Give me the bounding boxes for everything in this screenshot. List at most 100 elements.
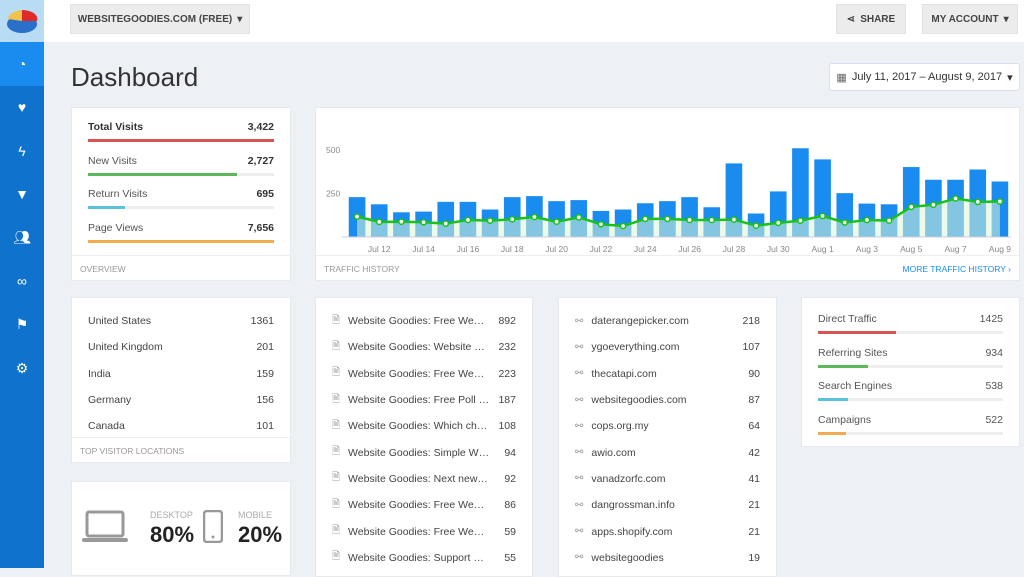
x-tick-label: Jul 30 [767,244,790,254]
list-item[interactable]: United Kingdom 201 [72,334,290,360]
list-item[interactable]: ⚯ vanadzorfc.com 41 [559,466,776,492]
stat-row: Return Visits 695 [72,179,290,213]
sidebar-item-links[interactable]: ∞ [0,260,44,304]
list-item[interactable]: ⚯ daterangepicker.com 218 [559,308,776,334]
list-item-value: 156 [256,394,274,407]
list-item-label: thecatapi.com [591,367,657,380]
x-tick-label: Aug 3 [856,244,878,254]
line-point [353,213,361,220]
stat-label: Direct Traffic [818,313,877,325]
stat-progress-bar [818,364,1003,368]
x-tick-label: Jul 12 [368,244,391,254]
line-point [375,218,383,226]
line-point [819,212,826,220]
list-item[interactable]: ⚯ websitegoodies.com 87 [559,387,776,413]
locations-footer: TOP VISITOR LOCATIONS [72,437,290,462]
list-item[interactable]: 🗎︎ Website Goodies: Free We… 892 [316,308,532,334]
list-item-label: Website Goodies: Which ch… [348,420,488,433]
line-point [686,216,693,224]
list-item-value: 87 [748,394,760,407]
list-item-label: apps.shopify.com [591,525,673,538]
more-traffic-history-link[interactable]: MORE TRAFFIC HISTORY › [903,264,1011,274]
sidebar-item-funnel[interactable]: ▼ [0,173,44,217]
list-item[interactable]: ⚯ thecatapi.com 90 [559,361,776,387]
caret-down-icon: ▾ [1003,13,1009,25]
list-item[interactable]: 🗎︎ Website Goodies: Which ch… 108 [316,413,532,439]
stat-progress-bar [88,206,274,209]
list-item[interactable]: United States 1361 [72,308,290,334]
list-item-label: cops.org.my [591,420,649,433]
stat-progress-bar [818,331,1003,334]
line-point [952,195,959,202]
list-item[interactable]: ⚯ awio.com 42 [559,439,776,465]
document-icon: 🗎︎ [332,340,341,352]
list-item-label: ygoeverything.com [591,341,680,354]
list-item-label: Website Goodies: Free We… [348,525,485,538]
list-item[interactable]: 🗎︎ Website Goodies: Next new… 92 [316,466,532,492]
traffic-chart: 250 500 Jul 12 Jul 14 Jul 16 Jul 18 Jul 20 Jul … [326,145,1011,254]
document-icon: 🗎︎ [332,393,341,405]
list-item[interactable]: 🗎︎ Website Goodies: Simple W… 94 [316,439,532,465]
link-icon: ⚯ [575,447,584,459]
line-point [863,216,871,224]
list-item[interactable]: 🗎︎ Website Goodies: Free We… 59 [316,518,532,544]
share-button[interactable]: ⋖ SHARE [836,4,906,34]
list-item[interactable]: 🗎︎ Website Goodies: Website … 232 [316,334,532,360]
sidebar-item-flag[interactable]: ⚑ [0,303,44,347]
line-point [575,213,583,221]
site-selector-button[interactable]: WEBSITEGOODIES.COM (FREE) ▾ [70,4,250,34]
heartbeat-icon: ♥ [17,99,27,116]
list-item-value: 86 [504,499,516,512]
list-item-value: 1361 [250,315,274,328]
sidebar-item-dashboard[interactable]: ◔ [0,42,44,86]
list-item[interactable]: 🗎︎ Website Goodies: Free We… 86 [316,492,532,518]
list-item-value: 101 [256,420,274,433]
list-item[interactable]: ⚯ apps.shopify.com 21 [559,518,776,544]
list-item[interactable]: 🗎︎ Website Goodies: Free Poll … 187 [316,387,532,413]
line-point [464,216,472,224]
page-title: Dashboard [71,62,199,92]
list-item[interactable]: ⚯ websitegoodies 19 [559,545,776,571]
list-item[interactable]: 🗎︎ Website Goodies: Free We… 223 [316,361,532,387]
x-tick-label: Aug 7 [944,244,966,254]
list-item[interactable]: 🗎︎ Website Goodies: Support … 55 [316,545,532,571]
line-point [442,220,450,227]
line-point [996,198,1004,205]
stat-label: Page Views [88,221,144,234]
list-item-label: daterangepicker.com [591,315,689,328]
stat-label: Total Visits [88,121,144,133]
list-item-label: Website Goodies: Free We… [348,315,485,328]
x-tick-label: Jul 28 [723,244,746,254]
traffic-footer: TRAFFIC HISTORY MORE TRAFFIC HISTORY › [316,255,1019,280]
list-item[interactable]: ⚯ dangrossman.info 21 [559,492,776,518]
list-item[interactable]: ⚯ cops.org.my 64 [559,413,776,439]
my-account-button[interactable]: MY ACCOUNT ▾ [922,4,1018,34]
list-item[interactable]: Canada 101 [72,413,290,439]
account-label: MY ACCOUNT [931,13,999,25]
list-item[interactable]: ⚯ ygoeverything.com 107 [559,334,776,360]
sidebar-item-visitors[interactable]: 👥︎ [0,216,44,260]
document-icon: 🗎︎ [332,525,341,537]
app-logo[interactable] [0,0,44,42]
stat-label: Campaigns [818,413,872,426]
caret-down-icon: ▾ [1007,71,1013,84]
sidebar: ◔ ♥ ϟ ▼ 👥︎ ∞ ⚑ ⚙ [0,0,44,568]
list-item[interactable]: India 159 [72,361,290,387]
share-label: SHARE [860,13,896,25]
link-icon: ∞ [17,273,27,290]
y-tick-label: 500 [326,145,340,155]
sidebar-item-activity[interactable]: ϟ [0,129,44,173]
stat-row: Referring Sites 934 [802,338,1019,372]
stat-value: 7,656 [247,221,274,234]
date-range-picker[interactable]: ▦ July 11, 2017 – August 9, 2017 ▾ [829,63,1020,91]
sidebar-item-health[interactable]: ♥ [0,86,44,130]
desktop-value: 80% [150,522,195,547]
sidebar-item-settings[interactable]: ⚙ [0,347,44,391]
stat-label: Search Engines [818,380,893,392]
traffic-sources-card: Direct Traffic 1425 Referring Sites 934 Sear… [801,297,1020,447]
line-point [752,222,760,230]
list-item-value: 107 [742,341,760,354]
line-point [398,218,405,226]
list-item[interactable]: Germany 156 [72,387,290,413]
link-icon: ⚯ [575,341,584,353]
